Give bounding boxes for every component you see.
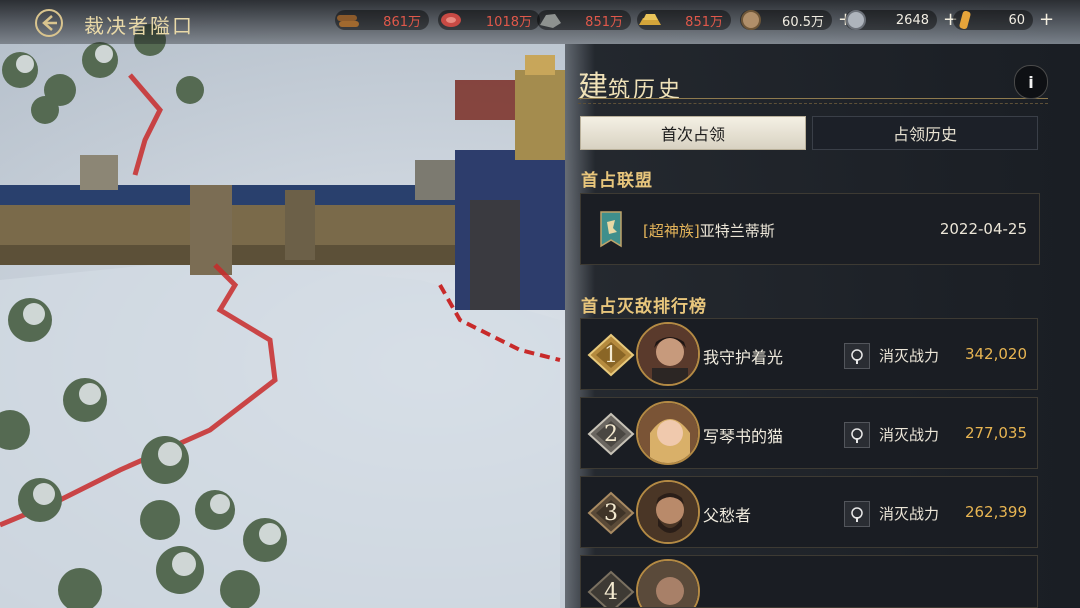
resource-silver-coin[interactable]: 2648 + <box>845 8 958 32</box>
kill-power-icon <box>844 422 870 448</box>
alliance-card[interactable]: [超神族]亚特兰蒂斯 2022-04-25 <box>580 193 1040 265</box>
alliance-tag: [超神族] <box>643 222 700 240</box>
add-crystal-button[interactable]: + <box>1039 11 1054 29</box>
rank-badge: 3 <box>587 491 635 535</box>
player-name: 我守护着光 <box>703 348 784 367</box>
kill-power-icon <box>844 343 870 369</box>
avatar[interactable] <box>636 401 700 465</box>
avatar[interactable] <box>636 480 700 544</box>
ranking-row[interactable]: 1 我守护着光 消灭战力 342,020 <box>580 318 1038 390</box>
resource-value: 861万 <box>383 14 421 30</box>
resource-value: 60 <box>1008 12 1025 28</box>
resource-value: 851万 <box>685 14 723 30</box>
avatar[interactable] <box>636 559 700 607</box>
tab-first-occupation[interactable]: 首次占领 <box>580 116 806 150</box>
resource-value: 2648 <box>895 12 929 28</box>
player-name: 写琴书的猫 <box>703 427 784 446</box>
avatar[interactable] <box>636 322 700 386</box>
resource-coin[interactable]: 60.5万 + <box>740 8 853 32</box>
first-alliance-heading: 首占联盟 <box>581 171 653 191</box>
army-unit[interactable] <box>455 80 515 120</box>
resource-stone[interactable]: 851万 <box>537 8 631 32</box>
kill-power-label: 消灭战力 <box>879 347 940 365</box>
alliance-banner-icon <box>600 211 622 248</box>
stone-icon <box>540 14 561 28</box>
rank-number: 3 <box>604 500 618 526</box>
silver-coin-icon <box>846 10 866 30</box>
tab-occupation-history[interactable]: 占领历史 <box>812 116 1038 150</box>
rank-number: 4 <box>604 579 618 605</box>
page-title: 裁决者隘口 <box>84 14 194 38</box>
alliance-name: [超神族]亚特兰蒂斯 <box>643 220 775 241</box>
occupation-date: 2022-04-25 <box>939 220 1027 238</box>
rank-badge: 2 <box>587 412 635 456</box>
kill-power-label: 消灭战力 <box>879 505 940 523</box>
wood-icon <box>337 15 359 27</box>
rank-number: 2 <box>604 421 618 447</box>
back-arrow-icon[interactable] <box>34 8 64 38</box>
ranking-heading: 首占灭敌排行榜 <box>581 297 707 317</box>
ranking-row[interactable]: 2 写琴书的猫 消灭战力 277,035 <box>580 397 1038 469</box>
kill-power-value: 277,035 <box>964 424 1027 442</box>
resource-crystal[interactable]: 60 + <box>953 8 1054 32</box>
ranking-row[interactable]: 4 <box>580 555 1038 608</box>
rank-number: 1 <box>604 342 618 368</box>
rank-badge: 1 <box>587 333 635 377</box>
resource-gold-bar[interactable]: 851万 <box>637 8 731 32</box>
kill-power-label: 消灭战力 <box>879 426 940 444</box>
crystal-icon <box>959 10 971 30</box>
resource-value: 60.5万 <box>782 14 824 30</box>
player-name: 父愁者 <box>703 506 752 525</box>
ranking-row[interactable]: 3 父愁者 消灭战力 262,399 <box>580 476 1038 548</box>
resource-value: 851万 <box>585 14 623 30</box>
kill-power-icon <box>844 501 870 527</box>
resource-wood[interactable]: 861万 <box>335 8 429 32</box>
info-button[interactable]: i <box>1014 65 1048 99</box>
gold-bar-icon <box>639 14 661 25</box>
kill-power-value: 342,020 <box>964 345 1027 363</box>
resource-meat[interactable]: 1018万 <box>438 8 540 32</box>
meat-icon <box>441 13 461 27</box>
coin-icon <box>741 10 761 30</box>
resource-value: 1018万 <box>485 14 532 30</box>
title-divider <box>578 98 1048 104</box>
rank-badge: 4 <box>587 570 635 607</box>
kill-power-value: 262,399 <box>964 503 1027 521</box>
alliance-title: 亚特兰蒂斯 <box>699 222 775 240</box>
